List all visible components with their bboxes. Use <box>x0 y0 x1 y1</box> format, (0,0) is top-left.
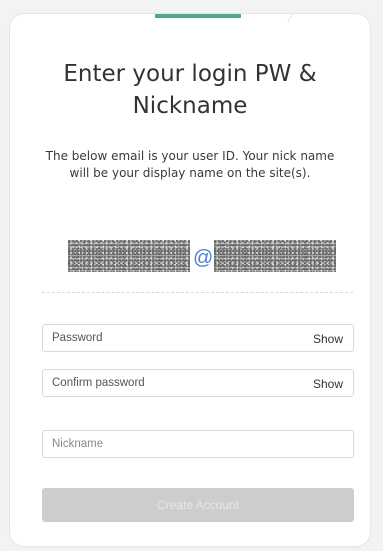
password-placeholder: Password <box>52 332 103 344</box>
nickname-placeholder: Nickname <box>52 438 104 450</box>
user-email-display: @ <box>68 240 336 276</box>
email-domain-redacted <box>214 240 336 272</box>
top-accent-bar <box>155 14 241 18</box>
decorative-line <box>287 14 293 23</box>
signup-card: Enter your login PW & Nickname The below… <box>10 14 370 546</box>
page-subtitle: The below email is your user ID. Your ni… <box>45 149 335 180</box>
password-show-toggle[interactable]: Show <box>313 325 343 353</box>
email-at-symbol: @ <box>193 247 214 269</box>
password-field[interactable]: Password Show <box>42 324 354 352</box>
section-divider <box>42 292 353 293</box>
confirm-password-show-toggle[interactable]: Show <box>313 370 343 398</box>
email-local-part-redacted <box>68 240 190 272</box>
page-title: Enter your login PW & Nickname <box>63 61 317 119</box>
create-account-button[interactable]: Create Account <box>42 488 354 522</box>
confirm-password-placeholder: Confirm password <box>52 377 145 389</box>
nickname-field[interactable]: Nickname <box>42 430 354 458</box>
confirm-password-field[interactable]: Confirm password Show <box>42 369 354 397</box>
